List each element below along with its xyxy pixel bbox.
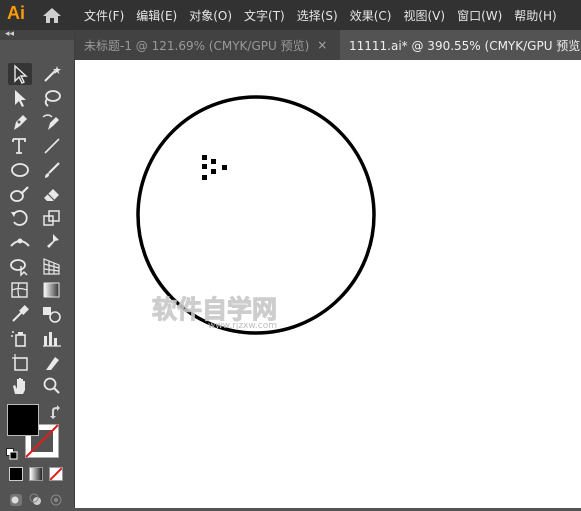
home-icon[interactable] bbox=[42, 7, 62, 24]
paintbrush-tool-icon[interactable] bbox=[40, 159, 64, 181]
magic-wand-tool-icon[interactable] bbox=[40, 63, 64, 85]
tab-untitled-1[interactable]: 未标题-1 @ 121.69% (CMYK/GPU 预览) × bbox=[75, 30, 339, 60]
tab-label: 11111.ai* @ 390.55% (CMYK/GPU 预览) bbox=[349, 38, 581, 53]
blend-tool-icon[interactable] bbox=[40, 303, 64, 325]
curvature-tool-icon[interactable] bbox=[40, 111, 64, 133]
menu-object[interactable]: 对象(O) bbox=[189, 7, 232, 24]
watermark-title: 软件自学网 bbox=[152, 295, 277, 324]
selection-tool-icon[interactable] bbox=[8, 63, 32, 85]
direct-selection-tool-icon[interactable] bbox=[8, 87, 32, 109]
draw-inside-icon[interactable] bbox=[49, 492, 63, 506]
fill-swatch[interactable] bbox=[7, 404, 39, 436]
document-tab-bar: 未标题-1 @ 121.69% (CMYK/GPU 预览) × 11111.ai… bbox=[75, 30, 581, 60]
swap-fill-stroke-icon[interactable] bbox=[49, 404, 63, 419]
type-tool-icon[interactable] bbox=[8, 135, 32, 157]
symbol-sprayer-tool-icon[interactable] bbox=[8, 327, 32, 349]
pen-tool-icon[interactable] bbox=[8, 111, 32, 133]
puppet-warp-tool-icon[interactable] bbox=[40, 231, 64, 253]
close-icon[interactable]: × bbox=[317, 38, 327, 52]
perspective-grid-tool-icon[interactable] bbox=[40, 255, 64, 277]
tab-11111-ai[interactable]: 11111.ai* @ 390.55% (CMYK/GPU 预览) bbox=[340, 30, 581, 60]
menu-window[interactable]: 窗口(W) bbox=[457, 7, 502, 24]
zoom-tool-icon[interactable] bbox=[40, 375, 64, 397]
dot-cluster-shape bbox=[202, 155, 227, 180]
rotate-tool-icon[interactable] bbox=[8, 207, 32, 229]
shaper-tool-icon[interactable] bbox=[8, 183, 32, 205]
draw-normal-icon[interactable] bbox=[9, 492, 23, 506]
line-tool-icon[interactable] bbox=[40, 135, 64, 157]
app-logo: Ai bbox=[7, 3, 25, 23]
slice-tool-icon[interactable] bbox=[40, 351, 64, 373]
main-menu: 文件(F) 编辑(E) 对象(O) 文字(T) 选择(S) 效果(C) 视图(V… bbox=[84, 0, 569, 30]
collapse-panel-icon[interactable]: ◂◂ bbox=[5, 29, 14, 39]
none-mode-button[interactable] bbox=[49, 467, 63, 481]
gradient-tool-icon[interactable] bbox=[40, 279, 64, 301]
tab-label: 未标题-1 @ 121.69% (CMYK/GPU 预览) bbox=[84, 38, 310, 53]
menu-help[interactable]: 帮助(H) bbox=[514, 7, 556, 24]
menu-file[interactable]: 文件(F) bbox=[84, 7, 124, 24]
ellipse-tool-icon[interactable] bbox=[8, 159, 32, 181]
shape-builder-tool-icon[interactable] bbox=[8, 255, 32, 277]
scale-tool-icon[interactable] bbox=[40, 207, 64, 229]
lasso-tool-icon[interactable] bbox=[40, 87, 64, 109]
menu-view[interactable]: 视图(V) bbox=[403, 7, 445, 24]
eraser-tool-icon[interactable] bbox=[40, 183, 64, 205]
menu-bar: Ai 文件(F) 编辑(E) 对象(O) 文字(T) 选择(S) 效果(C) 视… bbox=[0, 0, 581, 30]
width-tool-icon[interactable] bbox=[8, 231, 32, 253]
artboard-canvas[interactable]: 软件自学网 www.rjzxw.com bbox=[75, 60, 581, 508]
eyedropper-tool-icon[interactable] bbox=[8, 303, 32, 325]
artboard-tool-icon[interactable] bbox=[8, 351, 32, 373]
watermark-url: www.rjzxw.com bbox=[208, 321, 277, 331]
default-colors-icon[interactable] bbox=[6, 445, 18, 460]
menu-type[interactable]: 文字(T) bbox=[244, 7, 285, 24]
artwork[interactable]: 软件自学网 www.rjzxw.com bbox=[75, 60, 581, 508]
mesh-tool-icon[interactable] bbox=[8, 279, 32, 301]
menu-select[interactable]: 选择(S) bbox=[297, 7, 338, 24]
draw-behind-icon[interactable] bbox=[29, 492, 43, 506]
tools-panel-header: ◂◂ bbox=[0, 29, 74, 40]
menu-effect[interactable]: 效果(C) bbox=[350, 7, 392, 24]
menu-edit[interactable]: 编辑(E) bbox=[136, 7, 177, 24]
gradient-mode-button[interactable] bbox=[29, 467, 43, 481]
hand-tool-icon[interactable] bbox=[8, 375, 32, 397]
color-mode-button[interactable] bbox=[9, 467, 23, 481]
column-graph-tool-icon[interactable] bbox=[40, 327, 64, 349]
